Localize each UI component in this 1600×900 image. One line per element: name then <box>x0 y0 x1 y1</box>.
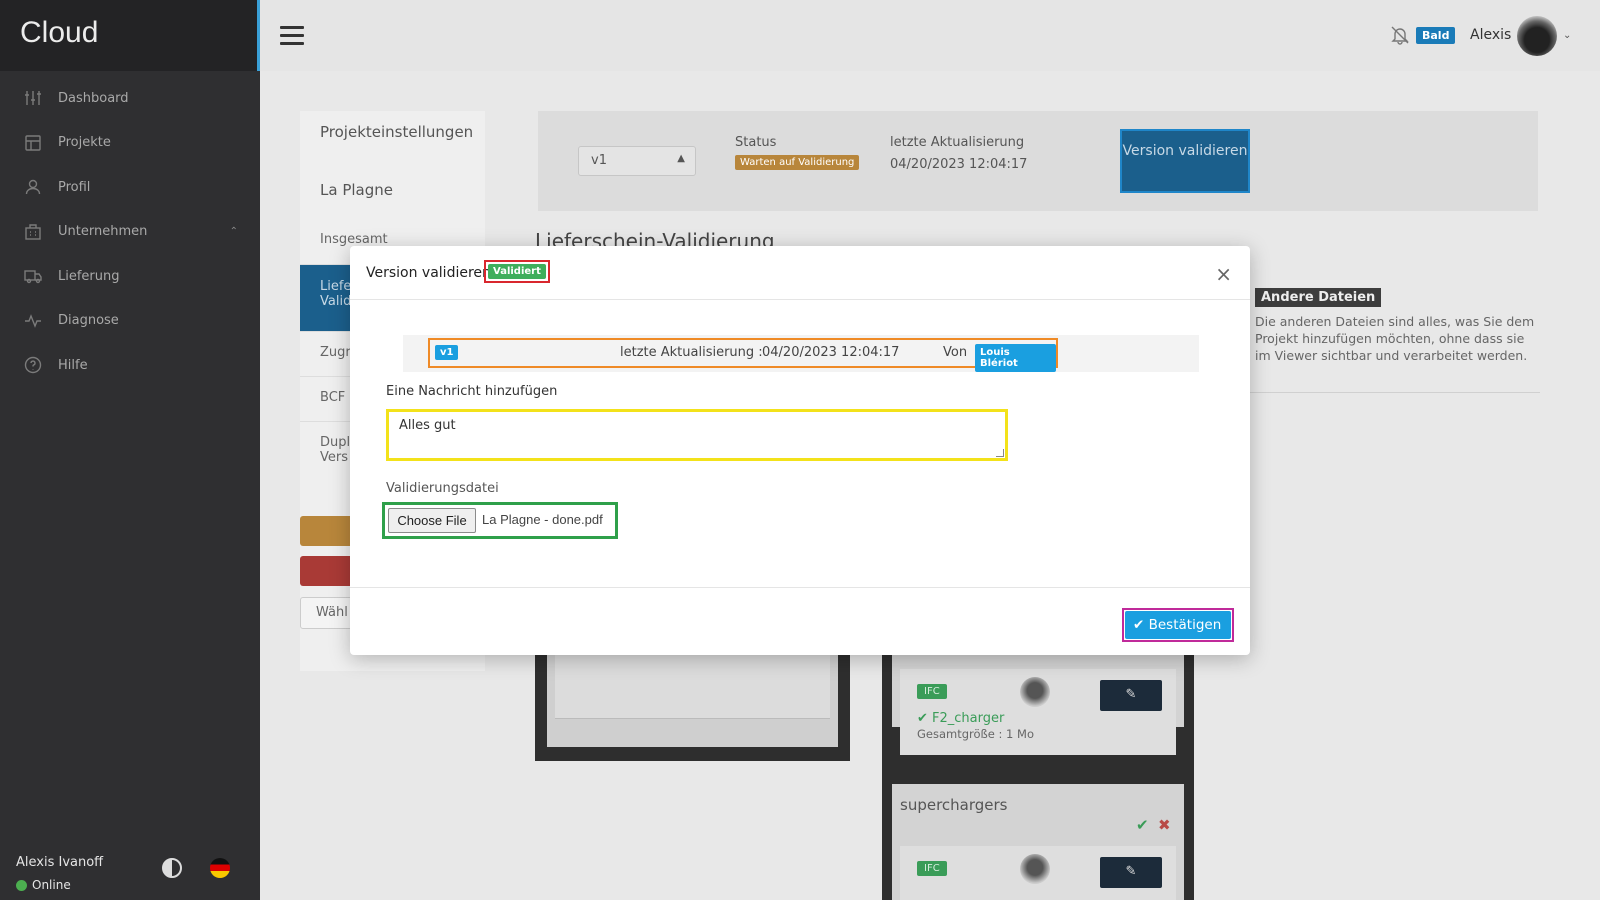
update-value: 04/20/2023 12:04:17 <box>762 345 900 360</box>
version-info-strip: v1 letzte Aktualisierung : 04/20/2023 12… <box>403 335 1199 372</box>
by-label: Von <box>943 345 968 360</box>
user-badge: Louis Blériot <box>975 344 1056 372</box>
chosen-file-name: La Plagne - done.pdf <box>482 512 603 527</box>
confirm-button-highlight: ✔ Bestätigen <box>1122 608 1235 642</box>
modal-header: Version validieren Validiert × <box>350 246 1250 300</box>
version-badge: v1 <box>435 345 459 360</box>
choose-file-button[interactable]: Choose File <box>388 508 476 533</box>
message-label: Eine Nachricht hinzufügen <box>386 384 558 399</box>
resize-handle-icon[interactable] <box>996 449 1004 457</box>
close-icon[interactable]: × <box>1215 262 1232 286</box>
confirm-button-label: Bestätigen <box>1148 617 1222 633</box>
message-field-highlight: Alles gut <box>386 409 1008 461</box>
validated-badge: Validiert <box>488 264 546 279</box>
update-label: letzte Aktualisierung : <box>620 345 763 360</box>
file-input-highlight: Choose File La Plagne - done.pdf <box>382 502 618 539</box>
version-info-highlight: v1 letzte Aktualisierung : 04/20/2023 12… <box>428 338 1058 372</box>
check-icon: ✔ <box>1133 617 1145 633</box>
message-textarea[interactable]: Alles gut <box>389 412 1005 458</box>
validate-version-modal: Version validieren Validiert × v1 letzte… <box>350 246 1250 655</box>
modal-title: Version validieren <box>366 265 491 281</box>
validated-badge-highlight: Validiert <box>484 260 550 283</box>
file-label: Validierungsdatei <box>386 481 499 496</box>
confirm-button[interactable]: ✔ Bestätigen <box>1125 611 1232 639</box>
modal-footer-divider <box>350 587 1250 588</box>
